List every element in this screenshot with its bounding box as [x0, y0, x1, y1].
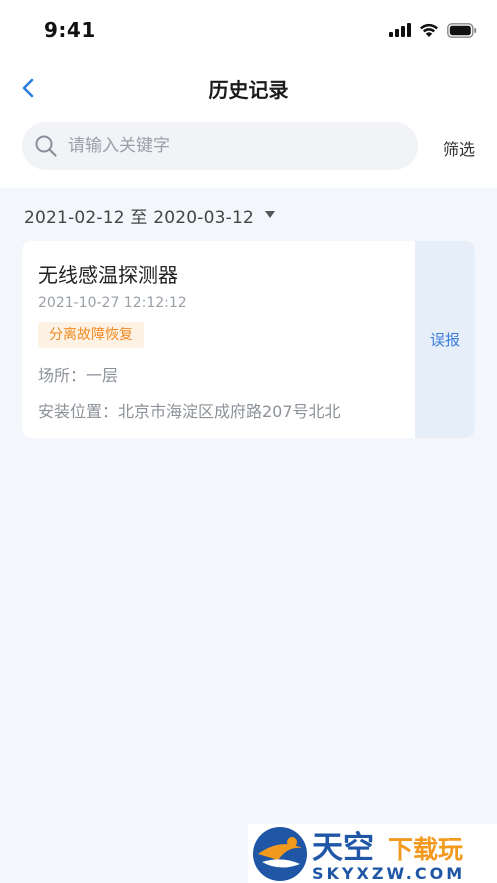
triangle-down-icon — [265, 211, 275, 218]
watermark-graphic: 天空 下载玩 SKYXZW.COM — [253, 827, 465, 883]
search-row: 筛选 — [0, 122, 497, 170]
date-range-label: 2021-02-12 至 2020-03-12 — [24, 207, 254, 228]
header-area: 9:41 历史记录 请输入关键字 筛选 — [0, 0, 497, 188]
watermark-suffix: 下载玩 — [388, 835, 463, 864]
status-bar: 9:41 — [0, 0, 497, 60]
nav-bar: 历史记录 — [0, 64, 497, 112]
record-card-body: 无线感温探测器 2021-10-27 12:12:12 分离故障恢复 场所：一层… — [22, 241, 415, 438]
watermark-domain: SKYXZW.COM — [312, 864, 465, 883]
battery-icon — [447, 22, 477, 38]
history-screen: 9:41 历史记录 请输入关键字 筛选 2021-02-12 至 2020-03… — [0, 0, 497, 883]
search-input[interactable] — [68, 136, 388, 156]
watermark-name: 天空 — [312, 830, 374, 866]
date-range-selector[interactable]: 2021-02-12 至 2020-03-12 — [24, 202, 276, 228]
status-icons — [389, 22, 477, 38]
status-badge: 分离故障恢复 — [38, 322, 144, 348]
search-icon — [35, 135, 57, 157]
status-time: 9:41 — [44, 18, 96, 42]
record-card[interactable]: 无线感温探测器 2021-10-27 12:12:12 分离故障恢复 场所：一层… — [22, 241, 475, 438]
signal-icon — [389, 23, 411, 37]
record-place: 场所：一层 — [38, 366, 119, 385]
watermark-logo: 天空 下载玩 SKYXZW.COM — [248, 824, 497, 883]
search-box[interactable] — [22, 122, 418, 170]
record-time: 2021-10-27 12:12:12 — [38, 295, 187, 311]
page-title: 历史记录 — [208, 78, 289, 102]
record-address: 安装位置：北京市海淀区成府路207号北北 — [38, 402, 341, 421]
wifi-icon — [420, 23, 438, 37]
filter-button[interactable]: 筛选 — [443, 136, 475, 160]
record-title: 无线感温探测器 — [38, 263, 178, 287]
false-alarm-button[interactable]: 误报 — [415, 241, 475, 438]
